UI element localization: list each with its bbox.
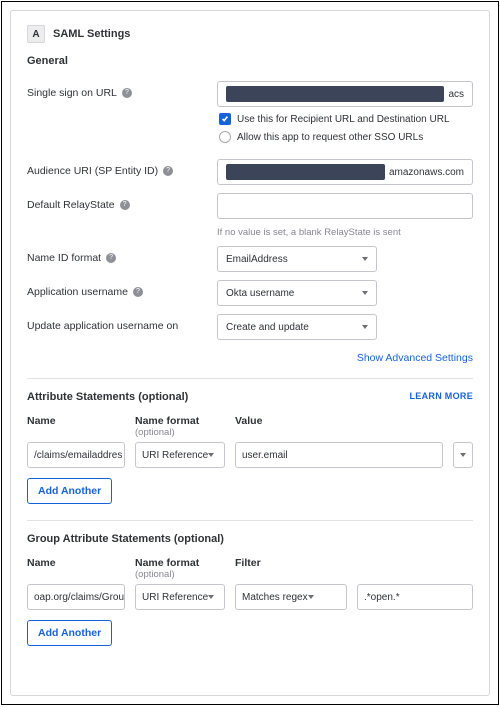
relaystate-helper: If no value is set, a blank RelayState i… [217, 227, 473, 238]
sso-url-suffix: acs [448, 89, 464, 100]
attr-name-input[interactable]: /claims/emailaddres [27, 442, 125, 468]
col-format: Name format (optional) [135, 415, 225, 438]
audience-uri-input[interactable]: amazonaws.com [217, 159, 473, 185]
attr-table-header: Name Name format (optional) Value [27, 415, 473, 438]
relaystate-label: Default RelayState ? [27, 193, 217, 211]
col-value: Value [235, 415, 473, 438]
group-attr-table-header: Name Name format (optional) Filter [27, 557, 473, 580]
panel-header: A SAML Settings [27, 25, 473, 43]
use-recipient-label: Use this for Recipient URL and Destinati… [237, 114, 450, 125]
sso-url-label: Single sign on URL ? [27, 81, 217, 99]
chevron-down-icon [208, 595, 214, 599]
chevron-down-icon [308, 595, 314, 599]
sso-url-input[interactable]: acs [217, 81, 473, 107]
col-filter: Filter [235, 557, 473, 580]
divider [27, 378, 473, 379]
general-section-title: General [27, 55, 473, 67]
chevron-down-icon [460, 453, 466, 457]
attr-section-title: Attribute Statements (optional) [27, 391, 188, 403]
help-icon[interactable]: ? [122, 88, 132, 98]
group-filter-select[interactable]: Matches regex [235, 584, 347, 610]
update-on-select[interactable]: Create and update [217, 314, 377, 340]
help-icon[interactable]: ? [120, 200, 130, 210]
allow-other-sso-label: Allow this app to request other SSO URLs [237, 132, 423, 143]
app-username-select[interactable]: Okta username [217, 280, 377, 306]
use-recipient-checkbox[interactable] [219, 113, 231, 125]
divider [27, 520, 473, 521]
saml-settings-panel: A SAML Settings General Single sign on U… [10, 10, 490, 696]
col-name: Name [27, 415, 125, 438]
chevron-down-icon [362, 257, 368, 261]
nameid-select[interactable]: EmailAddress [217, 246, 377, 272]
help-icon[interactable]: ? [106, 253, 116, 263]
show-advanced-link[interactable]: Show Advanced Settings [357, 352, 473, 364]
add-attr-button[interactable]: Add Another [27, 478, 112, 504]
col-name: Name [27, 557, 125, 580]
relaystate-input[interactable] [217, 193, 473, 219]
add-group-attr-button[interactable]: Add Another [27, 620, 112, 646]
help-icon[interactable]: ? [133, 287, 143, 297]
attr-value-dropdown[interactable] [453, 442, 473, 468]
panel-title: SAML Settings [53, 28, 130, 40]
learn-more-link[interactable]: LEARN MORE [410, 391, 474, 401]
attr-value-input[interactable]: user.email [235, 442, 443, 468]
group-regex-input[interactable]: .*open.* [357, 584, 473, 610]
group-format-select[interactable]: URI Reference [135, 584, 225, 610]
group-name-input[interactable]: oap.org/claims/Grou [27, 584, 125, 610]
chevron-down-icon [208, 453, 214, 457]
allow-other-sso-radio[interactable] [219, 131, 231, 143]
attr-format-select[interactable]: URI Reference [135, 442, 225, 468]
chevron-down-icon [362, 325, 368, 329]
audience-uri-label: Audience URI (SP Entity ID) ? [27, 159, 217, 177]
redacted-value [226, 164, 385, 180]
attr-row: /claims/emailaddres URI Reference user.e… [27, 442, 473, 468]
group-attr-row: oap.org/claims/Grou URI Reference Matche… [27, 584, 473, 610]
nameid-label: Name ID format ? [27, 246, 217, 264]
help-icon[interactable]: ? [163, 166, 173, 176]
audience-uri-suffix: amazonaws.com [389, 167, 464, 178]
group-attr-section-title: Group Attribute Statements (optional) [27, 533, 224, 545]
step-letter: A [27, 25, 45, 43]
col-format: Name format (optional) [135, 557, 225, 580]
redacted-value [226, 86, 444, 102]
chevron-down-icon [362, 291, 368, 295]
update-on-label: Update application username on [27, 314, 217, 332]
app-username-label: Application username ? [27, 280, 217, 298]
